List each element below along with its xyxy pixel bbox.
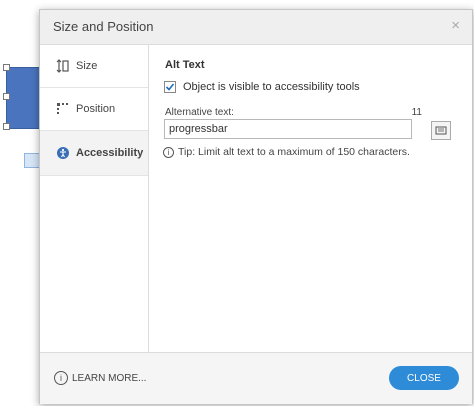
- visible-checkbox-label: Object is visible to accessibility tools: [183, 81, 360, 93]
- sidebar-item-size[interactable]: Size: [40, 45, 148, 88]
- resize-vertical-icon: [54, 58, 72, 74]
- dialog-title: Size and Position: [53, 19, 154, 34]
- info-icon: i: [163, 146, 174, 158]
- slide-shape[interactable]: [6, 67, 42, 129]
- close-icon[interactable]: ×: [451, 17, 460, 34]
- sidebar-item-position[interactable]: Position: [40, 88, 148, 131]
- dialog-footer: i LEARN MORE... CLOSE: [40, 352, 472, 404]
- tip-row: i Tip: Limit alt text to a maximum of 15…: [163, 146, 410, 158]
- learn-more-label: LEARN MORE...: [72, 372, 147, 384]
- dialog-title-bar: Size and Position ×: [40, 10, 472, 45]
- tip-text: Tip: Limit alt text to a maximum of 150 …: [178, 146, 410, 158]
- close-button[interactable]: CLOSE: [389, 366, 459, 390]
- learn-more-link[interactable]: i LEARN MORE...: [54, 371, 146, 385]
- sidebar-item-label: Size: [76, 60, 98, 72]
- position-icon: [54, 101, 72, 117]
- char-count: 11: [411, 107, 422, 118]
- resize-handle[interactable]: [3, 123, 10, 130]
- checkmark-icon: [165, 83, 175, 91]
- info-icon: i: [54, 371, 68, 385]
- alt-text-label: Alternative text:: [165, 107, 234, 118]
- keyboard-icon: [435, 126, 447, 135]
- accessibility-icon: [54, 145, 72, 161]
- section-title: Alt Text: [165, 59, 205, 71]
- size-and-position-dialog: Size and Position × Size Position Access…: [39, 9, 473, 404]
- sidebar: Size Position Accessibility: [40, 45, 149, 352]
- accessibility-panel: Alt Text Object is visible to accessibil…: [149, 45, 472, 352]
- edit-alt-text-button[interactable]: [431, 121, 451, 140]
- sidebar-item-label: Position: [76, 103, 116, 115]
- resize-handle[interactable]: [3, 64, 10, 71]
- sidebar-item-accessibility[interactable]: Accessibility: [40, 131, 148, 176]
- resize-handle[interactable]: [3, 93, 10, 100]
- alt-text-input[interactable]: [164, 119, 412, 139]
- visible-checkbox-row[interactable]: Object is visible to accessibility tools: [164, 81, 360, 93]
- sidebar-item-label: Accessibility: [76, 147, 144, 159]
- visible-checkbox[interactable]: [164, 81, 176, 93]
